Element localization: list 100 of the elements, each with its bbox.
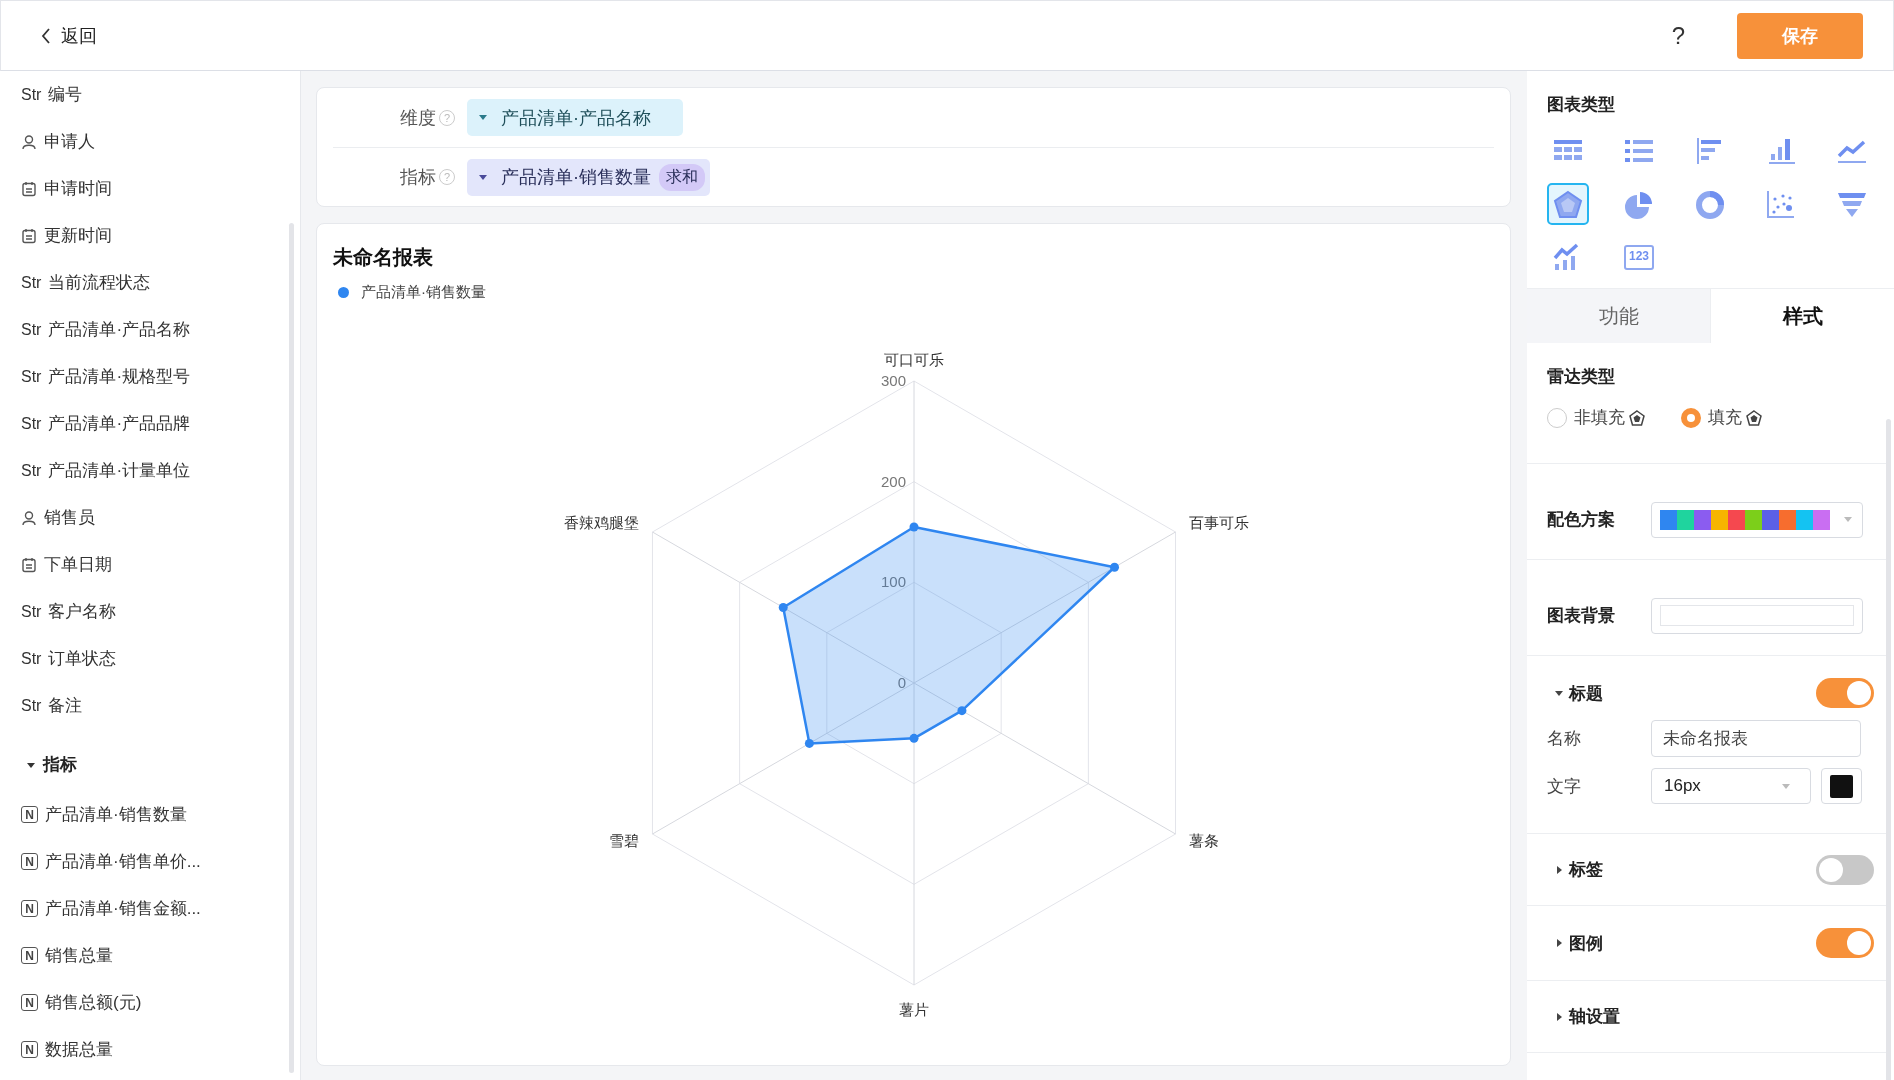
caret-icon	[1844, 517, 1852, 522]
field-item[interactable]: Str 当前流程状态	[21, 259, 300, 306]
field-item[interactable]: Str 备注	[21, 682, 300, 729]
aggregate-badge: 求和	[659, 163, 705, 191]
caret-icon	[479, 114, 487, 121]
type-label: Str	[21, 696, 42, 715]
number-icon: N	[21, 806, 38, 823]
field-item[interactable]: Str 客户名称	[21, 588, 300, 635]
field-item[interactable]: N 产品清单·销售金额...	[21, 885, 300, 932]
text-input[interactable]: 未命名报表	[1651, 720, 1861, 757]
field-item[interactable]: Str 产品清单·计量单位	[21, 447, 300, 494]
scrollbar[interactable]	[1886, 419, 1891, 1080]
type-label: Str	[21, 602, 42, 621]
chevron-left-icon	[41, 26, 51, 45]
section-header[interactable]: 标签	[1547, 858, 1603, 881]
data-point	[804, 738, 814, 748]
help-button[interactable]: ?	[1671, 21, 1685, 50]
axis-tick-label: 0	[897, 674, 906, 691]
field-item[interactable]: 销售员	[21, 494, 300, 541]
number-icon: N	[21, 900, 38, 917]
caret-icon	[479, 173, 487, 181]
field-item[interactable]: Str 编号	[21, 71, 300, 118]
category-label: 香辣鸡腿堡	[563, 514, 639, 531]
toggle-switch[interactable]	[1816, 678, 1874, 708]
number-icon: N	[21, 853, 38, 870]
legend-label: 产品清单·销售数量	[361, 283, 486, 302]
caret-icon	[27, 760, 35, 769]
axis-tick-label: 100	[880, 573, 906, 591]
toggle-switch[interactable]	[1816, 854, 1874, 885]
color-picker[interactable]	[1821, 768, 1862, 804]
category-label: 百事可乐	[1189, 514, 1250, 531]
axis-tick-label: 200	[880, 472, 906, 490]
calendar-icon	[21, 180, 37, 197]
radio-circle[interactable]	[1547, 407, 1567, 428]
calendar-icon	[21, 556, 37, 573]
field-item[interactable]: Str 产品清单·规格型号	[21, 353, 300, 400]
scrollbar[interactable]	[289, 223, 294, 1073]
color-picker[interactable]	[1651, 597, 1863, 634]
group-header[interactable]: 指标	[21, 738, 300, 791]
data-point	[909, 522, 919, 532]
field-item[interactable]: N 数据总量	[21, 1026, 300, 1073]
data-point	[1110, 562, 1119, 572]
data-point	[909, 733, 919, 743]
measure-chip[interactable]: 产品清单·销售数量 求和	[467, 158, 710, 196]
type-label: Str	[21, 85, 42, 104]
axis-tick-label: 300	[880, 372, 906, 389]
number-icon: N	[21, 1041, 38, 1058]
pentagon-icon	[1629, 409, 1645, 426]
chart-title: 未命名报表	[333, 245, 434, 270]
field-item[interactable]: N 销售总量	[21, 932, 300, 979]
data-point	[778, 603, 788, 612]
caret-icon	[1555, 865, 1563, 874]
data-point	[957, 706, 967, 716]
field-label: 配色方案	[1547, 509, 1616, 531]
section-title: 图表类型	[1547, 94, 1616, 116]
field-item[interactable]: 申请人	[21, 118, 300, 165]
toggle-switch[interactable]	[1816, 928, 1874, 958]
field-label: 文字	[1547, 775, 1582, 798]
back-button[interactable]: 返回	[41, 23, 97, 48]
caret-icon	[1555, 689, 1563, 697]
caret-icon	[1555, 1012, 1563, 1021]
type-label: Str	[21, 461, 42, 480]
category-label: 雪碧	[608, 832, 639, 849]
field-item[interactable]: 更新时间	[21, 212, 300, 259]
dimension-chip[interactable]: 产品清单·产品名称	[467, 99, 683, 136]
number-chart-icon: 123	[1624, 244, 1654, 270]
type-label: Str	[21, 649, 42, 668]
field-item[interactable]: Str 产品清单·产品品牌	[21, 400, 300, 447]
radio-option[interactable]: 填充	[1681, 406, 1762, 429]
field-item[interactable]: Str 订单状态	[21, 635, 300, 682]
number-icon: N	[21, 947, 38, 964]
palette-select[interactable]	[1651, 501, 1863, 538]
radio-circle[interactable]	[1681, 407, 1701, 428]
field-item[interactable]: N 产品清单·销售数量	[21, 791, 300, 838]
field-label: 名称	[1547, 728, 1582, 750]
section-header[interactable]: 图例	[1547, 931, 1603, 955]
type-label: Str	[21, 273, 42, 292]
chart-type-button[interactable]	[1547, 183, 1589, 225]
section-header[interactable]: 轴设置	[1547, 1005, 1620, 1028]
field-item[interactable]: Str 产品清单·产品名称	[21, 306, 300, 353]
field-label: 指标	[400, 166, 436, 189]
category-label: 薯片	[899, 1001, 929, 1018]
field-label: 图表背景	[1547, 605, 1616, 627]
field-item[interactable]: 下单日期	[21, 541, 300, 588]
field-item[interactable]: 申请时间	[21, 165, 300, 212]
tab[interactable]: 功能	[1527, 289, 1711, 343]
type-label: Str	[21, 367, 42, 386]
category-label: 薯条	[1189, 832, 1220, 849]
radio-option[interactable]: 非填充	[1547, 406, 1645, 429]
section-title: 雷达类型	[1547, 366, 1616, 388]
category-label: 可口可乐	[884, 351, 944, 368]
caret-icon	[1555, 939, 1563, 947]
field-item[interactable]: N 销售总额(元)	[21, 979, 300, 1026]
section-header[interactable]: 标题	[1547, 681, 1603, 705]
type-label: Str	[21, 320, 42, 339]
person-icon	[21, 133, 37, 150]
field-item[interactable]: N 产品清单·销售单价...	[21, 838, 300, 885]
font-size-select[interactable]: 16px	[1651, 768, 1811, 804]
type-label: Str	[21, 414, 42, 433]
calendar-icon	[21, 227, 37, 244]
